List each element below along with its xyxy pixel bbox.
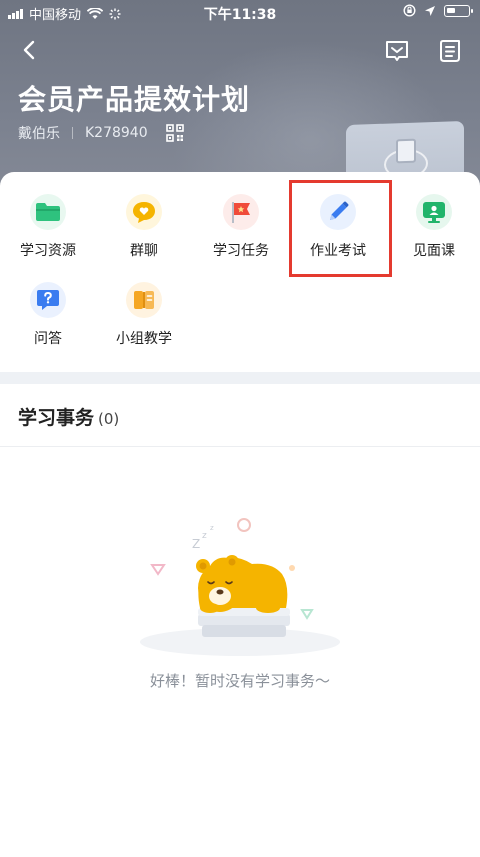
svg-text:z: z [202, 531, 207, 541]
course-code: K278940 [85, 125, 148, 141]
feature-label: 学习资源 [20, 243, 76, 259]
feature-qa[interactable]: 问答 [0, 282, 96, 348]
feature-meeting-class[interactable]: 见面课 [386, 194, 480, 260]
section-separator-line [0, 446, 480, 447]
monitor-icon [416, 194, 452, 230]
feature-label: 小组教学 [116, 331, 172, 347]
course-title: 会员产品提效计划 [18, 83, 251, 116]
feature-label: 学习任务 [213, 243, 269, 259]
folder-icon [30, 194, 66, 230]
status-right [403, 4, 473, 17]
section-title: 学习事务 (0) [18, 403, 119, 430]
feature-group-teaching[interactable]: 小组教学 [96, 282, 192, 348]
course-meta: 戴伯乐 K278940 [18, 123, 184, 143]
course-info-icon[interactable] [437, 38, 463, 64]
rotation-lock-icon [403, 4, 416, 17]
flag-icon [223, 194, 259, 230]
empty-state-message: 好棒！暂时没有学习事务～ [149, 672, 330, 690]
qr-code-icon[interactable] [165, 124, 184, 142]
back-icon[interactable] [18, 38, 42, 62]
feature-label: 群聊 [130, 243, 158, 259]
message-icon[interactable] [384, 38, 410, 64]
section-title-text: 学习事务 [18, 407, 95, 429]
status-bar: 中国移动 下午11:38 [0, 0, 480, 24]
feature-group-chat[interactable]: 群聊 [96, 194, 192, 260]
sleeping-bear-illustration: Z z z [140, 518, 340, 656]
cover-book-icon [396, 138, 416, 164]
feature-label: 见面课 [413, 243, 455, 259]
svg-text:Z: Z [192, 537, 200, 551]
location-icon [425, 5, 435, 16]
feature-label: 作业考试 [310, 243, 366, 259]
feature-homework-exams[interactable]: 作业考试 [290, 194, 386, 260]
feature-learning-tasks[interactable]: 学习任务 [193, 194, 289, 260]
feature-label: 问答 [34, 331, 62, 347]
chat-heart-icon [126, 194, 162, 230]
question-bubble-icon [30, 282, 66, 318]
book-group-icon [126, 282, 162, 318]
section-count: (0) [98, 410, 120, 428]
battery-icon [444, 4, 473, 17]
pencil-icon [320, 194, 356, 230]
svg-text:z: z [210, 524, 214, 532]
feature-panel: 学习资源 群聊 学习任务 作业考试 见面课 问答 小组教学 [0, 172, 480, 372]
feature-learning-resources[interactable]: 学习资源 [0, 194, 96, 260]
teacher-name: 戴伯乐 [18, 126, 60, 142]
section-divider [0, 372, 480, 384]
meta-separator [72, 127, 73, 139]
